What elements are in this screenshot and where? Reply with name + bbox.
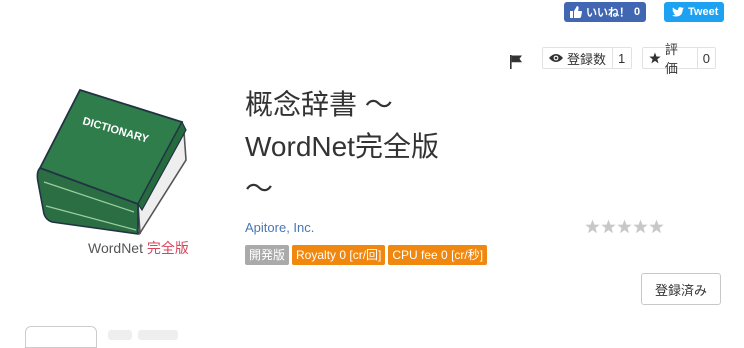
- dictionary-book-image: DICTIONARY: [36, 88, 187, 236]
- twitter-bird-icon: [672, 7, 684, 17]
- rating-label: 評価: [664, 42, 678, 76]
- rating-star-icon: [585, 219, 600, 234]
- company-link[interactable]: Apitore, Inc.: [245, 220, 314, 235]
- badge-status: 開発版: [245, 245, 290, 265]
- tweet-label: Tweet: [688, 6, 719, 18]
- like-count: 0: [634, 6, 641, 18]
- caption-main: WordNet: [88, 240, 147, 256]
- rating-star-icon: [601, 219, 616, 234]
- bottom-chip: [138, 330, 178, 340]
- star-rating: [585, 219, 664, 234]
- eye-icon: [549, 54, 563, 62]
- badge-list: 開発版 Royalty 0 [cr/回] CPU fee 0 [cr/秒]: [245, 245, 488, 265]
- facebook-like-button[interactable]: いいね！ 0: [564, 2, 646, 22]
- flag-icon[interactable]: [509, 54, 523, 70]
- rating-count: 0: [696, 48, 715, 68]
- thumbs-up-icon: [570, 6, 582, 18]
- badge-price: Royalty 0 [cr/回]: [292, 245, 386, 265]
- title-line-1: 概念辞書 ～: [245, 89, 393, 120]
- product-title: 概念辞書 ～ WordNet完全版 ～: [245, 84, 485, 210]
- title-line-3: ～: [245, 173, 274, 204]
- bottom-tab[interactable]: [25, 326, 97, 348]
- image-caption: WordNet 完全版: [88, 238, 189, 258]
- subscribers-count: 1: [612, 48, 630, 68]
- subscribers-label: 登録数: [567, 51, 607, 67]
- rating-stat: 評価 0: [642, 42, 716, 76]
- title-line-2: WordNet完全版: [245, 131, 439, 162]
- star-icon: [649, 52, 661, 64]
- registered-button[interactable]: 登録済み: [641, 273, 721, 305]
- tweet-button[interactable]: Tweet: [664, 2, 724, 22]
- like-label: いいね！: [586, 7, 630, 19]
- caption-accent: 完全版: [146, 240, 189, 256]
- subscribers-stat: 登録数 1: [542, 47, 632, 69]
- bottom-chip: [108, 330, 132, 340]
- rating-star-icon: [649, 219, 664, 234]
- rating-star-icon: [617, 219, 632, 234]
- badge-price: CPU fee 0 [cr/秒]: [388, 245, 488, 265]
- rating-star-icon: [633, 219, 648, 234]
